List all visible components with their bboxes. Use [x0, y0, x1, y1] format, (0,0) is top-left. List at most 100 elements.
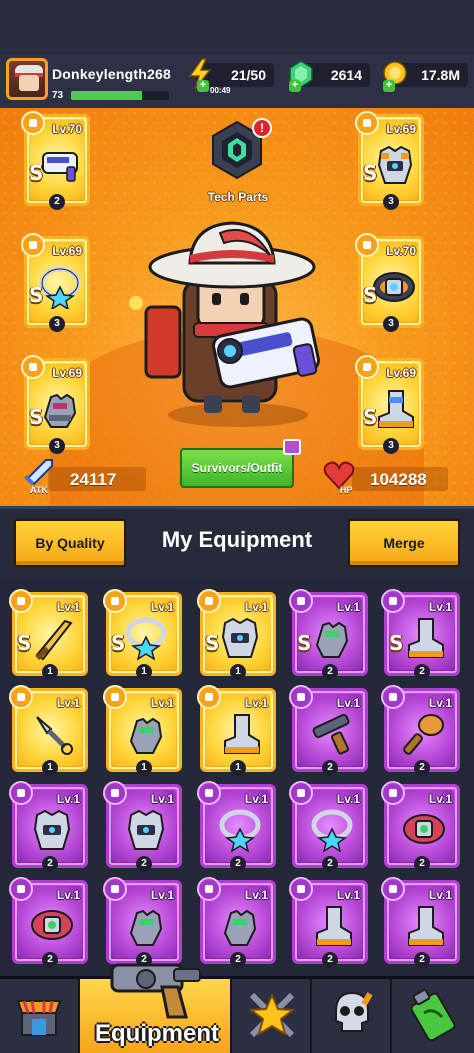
inventory-grid: Lv.1 S 1 Lv.1 S 1 Lv.1 S 1 Lv.1 S 2 Lv.1 S 2 Lv.1 1 Lv.1 1… — [0, 578, 474, 976]
item-level: Lv.1 — [244, 792, 268, 806]
star-count: 2 — [230, 952, 246, 968]
star-count: 2 — [322, 952, 338, 968]
gloves-icon — [223, 909, 257, 946]
hp-stat: 104288 — [352, 467, 448, 491]
item-type-icon — [381, 781, 405, 805]
inventory-item[interactable]: Lv.1 S 1 — [9, 589, 88, 680]
player-level: 73 — [52, 90, 64, 101]
merge-button[interactable]: Merge — [348, 519, 460, 567]
gun-icon — [42, 152, 78, 182]
item-level: Lv.1 — [150, 600, 174, 614]
star-count: 2 — [42, 952, 58, 968]
atk-stat: 24117 — [48, 467, 146, 491]
item-level: Lv.1 — [244, 696, 268, 710]
star-count: 2 — [136, 856, 152, 872]
armor-icon — [127, 809, 165, 850]
inventory-item[interactable]: Lv.1 2 — [289, 685, 368, 776]
weapon-type-icon — [21, 111, 45, 135]
item-type-icon — [289, 685, 313, 709]
gloves-icon — [129, 909, 163, 946]
item-type-icon — [103, 685, 127, 709]
armor-icon — [221, 617, 259, 658]
inventory-item[interactable]: Lv.1 2 — [9, 877, 88, 968]
gloves-type-icon — [21, 355, 45, 379]
grade-label: S — [205, 631, 220, 655]
star-count: 1 — [230, 760, 246, 776]
inventory-item[interactable]: Lv.1 2 — [9, 781, 88, 872]
inventory-item[interactable]: Lv.1 2 — [103, 877, 182, 968]
add-energy-button[interactable]: + — [197, 80, 209, 92]
inventory-item[interactable]: Lv.1 2 — [289, 877, 368, 968]
item-type-icon — [9, 877, 33, 901]
star-count: 2 — [414, 856, 430, 872]
grade-label: S — [363, 161, 378, 185]
necklace-icon — [39, 266, 81, 309]
inventory-item[interactable]: Lv.1 2 — [103, 781, 182, 872]
hp-label: HP — [340, 485, 353, 495]
star-count: 3 — [49, 438, 65, 454]
boots-icon — [316, 906, 352, 946]
item-type-icon — [197, 589, 221, 613]
star-count: 3 — [383, 438, 399, 454]
grade-label: S — [389, 631, 404, 655]
inventory-item[interactable]: Lv.1 S 1 — [103, 589, 182, 680]
add-gems-button[interactable]: + — [289, 80, 301, 92]
star-count: 2 — [414, 760, 430, 776]
inventory-item[interactable]: Lv.1 1 — [103, 685, 182, 776]
belt-type-icon — [355, 233, 379, 257]
inventory-item[interactable]: Lv.1 S 1 — [197, 589, 276, 680]
item-level: Lv.1 — [56, 888, 80, 902]
add-coins-button[interactable]: + — [383, 80, 395, 92]
nav-tab-shop[interactable] — [0, 979, 80, 1053]
item-type-icon — [381, 685, 405, 709]
grade-label: S — [363, 283, 378, 307]
item-level: Lv.1 — [56, 792, 80, 806]
item-type-icon — [9, 685, 33, 709]
item-type-icon — [197, 781, 221, 805]
sort-by-quality-button[interactable]: By Quality — [14, 519, 126, 567]
inventory-item[interactable]: Lv.1 2 — [381, 877, 460, 968]
boots-icon — [408, 906, 444, 946]
item-level: Lv.1 — [428, 888, 452, 902]
survivors-outfit-button[interactable]: Survivors/Outfit — [180, 448, 294, 488]
hero-slot-belt[interactable]: Lv.70 S 3 — [355, 233, 424, 332]
item-type-icon — [381, 589, 405, 613]
outfit-icon — [283, 439, 301, 455]
star-count: 1 — [230, 664, 246, 680]
belt-icon — [403, 814, 445, 844]
hero-slot-boots[interactable]: Lv.69 S 3 — [355, 355, 424, 454]
inventory-item[interactable]: Lv.1 2 — [197, 781, 276, 872]
grade-label: S — [29, 161, 44, 185]
inventory-item[interactable]: Lv.1 S 2 — [289, 589, 368, 680]
item-level: Lv.1 — [336, 600, 360, 614]
item-type-icon — [9, 781, 33, 805]
belt-icon — [31, 910, 73, 940]
atk-label: ATK — [30, 485, 48, 495]
nav-label-equipment: Equipment — [95, 1020, 219, 1047]
hero-slot-weapon[interactable]: Lv.70 S 2 — [21, 111, 90, 210]
nav-tab-challenge[interactable] — [312, 979, 392, 1053]
inventory-item[interactable]: Lv.1 2 — [381, 685, 460, 776]
armor-icon — [377, 145, 413, 184]
boots-type-icon — [355, 355, 379, 379]
inventory-item[interactable]: Lv.1 1 — [9, 685, 88, 776]
inventory-item[interactable]: Lv.1 S 2 — [381, 589, 460, 680]
item-level: Lv.1 — [56, 600, 80, 614]
grade-label: S — [297, 631, 312, 655]
item-level: Lv.1 — [150, 696, 174, 710]
inventory-item[interactable]: Lv.1 2 — [197, 877, 276, 968]
hero-slot-necklace[interactable]: Lv.69 S 3 — [21, 233, 90, 332]
item-type-icon — [197, 685, 221, 709]
hero-slot-gloves[interactable]: Lv.69 S 3 — [21, 355, 90, 454]
inventory-item[interactable]: Lv.1 1 — [197, 685, 276, 776]
avatar[interactable] — [6, 58, 48, 100]
item-level: Lv.1 — [336, 696, 360, 710]
slot-level: Lv.69 — [386, 366, 416, 380]
atk-value: 24117 — [70, 470, 117, 489]
nav-tab-evolve[interactable] — [392, 979, 474, 1053]
hero-character[interactable] — [120, 215, 350, 445]
hero-slot-armor[interactable]: Lv.69 S 3 — [355, 111, 424, 210]
nav-tab-battle[interactable] — [232, 979, 312, 1053]
inventory-item[interactable]: Lv.1 2 — [381, 781, 460, 872]
inventory-item[interactable]: Lv.1 2 — [289, 781, 368, 872]
